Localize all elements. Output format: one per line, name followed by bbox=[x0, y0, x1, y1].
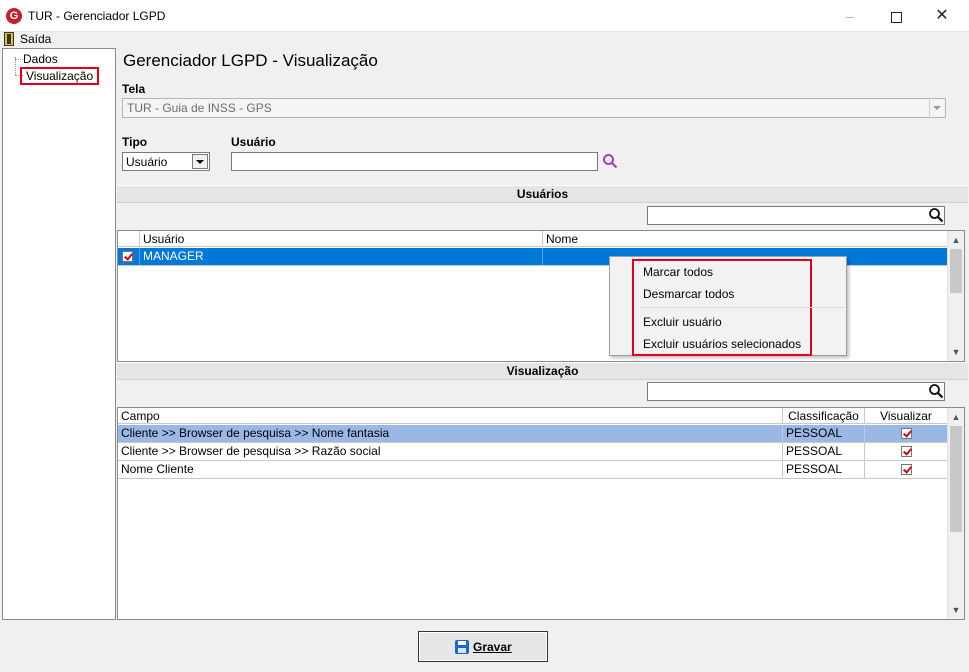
cell-classificacao: PESSOAL bbox=[782, 443, 864, 460]
menu-bar: Saída bbox=[0, 32, 969, 47]
tela-select: TUR - Guia de INSS - GPS bbox=[122, 98, 946, 118]
title-bar: G TUR - Gerenciador LGPD – ✕ bbox=[0, 0, 969, 32]
scroll-thumb[interactable] bbox=[950, 426, 962, 532]
search-icon[interactable] bbox=[602, 153, 618, 169]
tree-connector bbox=[15, 59, 23, 60]
cell-visualizar[interactable] bbox=[864, 425, 947, 442]
column-header-nome[interactable]: Nome bbox=[542, 231, 947, 246]
tela-label: Tela bbox=[122, 82, 146, 96]
usuario-input[interactable] bbox=[231, 152, 598, 171]
menu-item-excluir-selecionados[interactable]: Excluir usuários selecionados bbox=[643, 337, 801, 351]
column-header-classificacao[interactable]: Classificação bbox=[782, 408, 864, 423]
scroll-thumb[interactable] bbox=[950, 249, 962, 293]
menu-item-excluir-usuario[interactable]: Excluir usuário bbox=[643, 315, 722, 329]
usuario-label: Usuário bbox=[231, 135, 276, 149]
scroll-up-icon[interactable]: ▲ bbox=[951, 412, 961, 422]
minimize-button[interactable]: – bbox=[827, 0, 873, 32]
page-title: Gerenciador LGPD - Visualização bbox=[123, 51, 378, 70]
sidebar-item-dados[interactable]: Dados bbox=[23, 52, 58, 66]
search-icon[interactable] bbox=[928, 207, 944, 223]
exit-door-icon[interactable] bbox=[4, 32, 14, 46]
cell-usuario: MANAGER bbox=[139, 248, 542, 265]
table-row[interactable]: Nome Cliente PESSOAL bbox=[118, 461, 947, 479]
floppy-disk-icon bbox=[455, 640, 469, 654]
cell-campo: Nome Cliente bbox=[121, 462, 194, 476]
menu-exit[interactable]: Saída bbox=[20, 32, 51, 46]
close-button[interactable]: ✕ bbox=[919, 0, 965, 32]
save-button[interactable]: Gravar bbox=[418, 631, 548, 662]
scroll-up-icon[interactable]: ▲ bbox=[951, 235, 961, 245]
visualizacao-filter-input[interactable] bbox=[647, 382, 945, 401]
column-header-campo[interactable]: Campo bbox=[118, 408, 782, 423]
tipo-label: Tipo bbox=[122, 135, 148, 149]
checkbox-checked-icon[interactable] bbox=[900, 464, 912, 476]
checkbox-column-header bbox=[118, 231, 139, 246]
visualizacao-scrollbar[interactable]: ▲ ▼ bbox=[947, 408, 964, 619]
cell-classificacao: PESSOAL bbox=[782, 461, 864, 478]
tela-select-value: TUR - Guia de INSS - GPS bbox=[127, 101, 272, 115]
row-checkbox[interactable] bbox=[120, 248, 139, 265]
cell-campo: Cliente >> Browser de pesquisa >> Nome f… bbox=[121, 426, 390, 440]
footer: Gravar bbox=[0, 621, 969, 672]
sidebar-item-visualizacao[interactable]: Visualização bbox=[20, 67, 100, 85]
table-row[interactable]: Cliente >> Browser de pesquisa >> Razão … bbox=[118, 443, 947, 461]
save-button-label: Gravar bbox=[473, 640, 512, 654]
tipo-select[interactable]: Usuário bbox=[122, 152, 210, 171]
checkbox-checked-icon[interactable] bbox=[122, 251, 133, 263]
column-header-visualizar[interactable]: Visualizar bbox=[864, 408, 947, 423]
menu-item-marcar-todos[interactable]: Marcar todos bbox=[643, 265, 713, 279]
column-header-usuario[interactable]: Usuário bbox=[139, 231, 542, 246]
usuarios-section-header: Usuários bbox=[117, 185, 968, 203]
cell-visualizar[interactable] bbox=[864, 461, 947, 478]
window-title: TUR - Gerenciador LGPD bbox=[28, 9, 166, 23]
cell-campo: Cliente >> Browser de pesquisa >> Razão … bbox=[121, 444, 381, 458]
search-icon[interactable] bbox=[928, 383, 944, 399]
cell-visualizar[interactable] bbox=[864, 443, 947, 460]
chevron-down-icon[interactable] bbox=[192, 154, 208, 169]
menu-item-desmarcar-todos[interactable]: Desmarcar todos bbox=[643, 287, 734, 301]
sidebar-tree: Dados Visualização bbox=[2, 48, 116, 620]
scroll-down-icon[interactable]: ▼ bbox=[951, 347, 961, 357]
checkbox-checked-icon[interactable] bbox=[900, 428, 912, 440]
context-menu: Marcar todos Desmarcar todos Excluir usu… bbox=[609, 256, 847, 356]
table-row[interactable]: Cliente >> Browser de pesquisa >> Nome f… bbox=[118, 425, 947, 443]
usuarios-grid-header: Usuário Nome bbox=[118, 231, 947, 247]
scroll-down-icon[interactable]: ▼ bbox=[951, 605, 961, 615]
usuarios-scrollbar[interactable]: ▲ ▼ bbox=[947, 231, 964, 361]
chevron-down-icon bbox=[929, 100, 944, 116]
visualizacao-grid-header: Campo Classificação Visualizar bbox=[118, 408, 947, 424]
checkbox-checked-icon[interactable] bbox=[900, 446, 912, 458]
visualizacao-grid: Campo Classificação Visualizar Cliente >… bbox=[117, 407, 965, 620]
maximize-button[interactable] bbox=[873, 0, 919, 32]
cell-classificacao: PESSOAL bbox=[782, 425, 864, 442]
tipo-select-value: Usuário bbox=[126, 155, 168, 169]
menu-divider bbox=[640, 307, 844, 308]
maximize-icon bbox=[890, 11, 902, 23]
usuarios-filter-input[interactable] bbox=[647, 206, 945, 225]
app-logo-icon: G bbox=[6, 8, 22, 24]
visualizacao-section-header: Visualização bbox=[117, 362, 968, 380]
